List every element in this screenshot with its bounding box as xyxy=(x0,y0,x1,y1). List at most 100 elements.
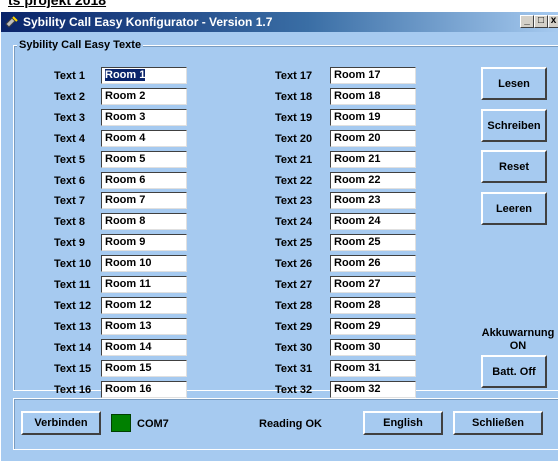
maximize-button[interactable]: □ xyxy=(534,15,548,28)
text-field-32[interactable]: Room 32 xyxy=(330,380,416,398)
text-label-20: Text 20 xyxy=(275,132,313,145)
configurator-window: Sybility Call Easy Konfigurator - Versio… xyxy=(0,12,558,461)
text-field-value: Room 12 xyxy=(105,298,152,311)
text-field-value: Room 28 xyxy=(334,298,381,311)
text-field-4[interactable]: Room 4 xyxy=(101,129,187,147)
text-label-6: Text 6 xyxy=(54,174,85,187)
text-field-value: Room 25 xyxy=(334,236,381,249)
lesen-button[interactable]: Lesen xyxy=(481,67,547,100)
text-field-value: Room 26 xyxy=(334,257,381,270)
text-label-26: Text 26 xyxy=(275,258,313,271)
text-field-value: Room 4 xyxy=(105,131,146,144)
text-field-19[interactable]: Room 19 xyxy=(330,108,416,126)
text-label-23: Text 23 xyxy=(275,195,313,208)
batt-off-button[interactable]: Batt. Off xyxy=(481,355,547,388)
text-field-value: Room 14 xyxy=(105,340,152,353)
text-field-value: Room 7 xyxy=(105,194,146,207)
text-field-21[interactable]: Room 21 xyxy=(330,150,416,168)
text-field-value: Room 8 xyxy=(105,215,146,228)
port-label: COM7 xyxy=(137,418,169,430)
text-field-29[interactable]: Room 29 xyxy=(330,317,416,335)
text-field-value: Room 1 xyxy=(105,69,146,81)
text-label-13: Text 13 xyxy=(54,320,92,333)
text-field-30[interactable]: Room 30 xyxy=(330,338,416,356)
reset-button[interactable]: Reset xyxy=(481,150,547,183)
text-label-11: Text 11 xyxy=(54,279,91,291)
text-label-1: Text 1 xyxy=(54,70,85,82)
text-field-value: Room 9 xyxy=(105,236,146,249)
text-label-17: Text 17 xyxy=(275,70,313,82)
texts-group-label: Sybility Call Easy Texte xyxy=(17,39,144,51)
text-field-17[interactable]: Room 17 xyxy=(330,67,416,84)
text-field-8[interactable]: Room 8 xyxy=(101,213,187,231)
text-label-18: Text 18 xyxy=(275,90,313,103)
text-field-1[interactable]: Room 1 xyxy=(101,67,187,84)
text-field-value: Room 27 xyxy=(334,278,381,290)
text-field-22[interactable]: Room 22 xyxy=(330,171,416,189)
text-field-value: Room 18 xyxy=(334,89,381,102)
text-label-4: Text 4 xyxy=(54,132,85,145)
text-field-6[interactable]: Room 6 xyxy=(101,171,187,189)
text-field-value: Room 15 xyxy=(105,361,152,374)
text-label-10: Text 10 xyxy=(54,258,92,271)
text-field-18[interactable]: Room 18 xyxy=(330,87,416,105)
app-icon xyxy=(5,16,18,28)
leeren-button[interactable]: Leeren xyxy=(481,192,547,225)
text-label-21: Text 21 xyxy=(275,153,313,166)
text-field-25[interactable]: Room 25 xyxy=(330,234,416,252)
connection-indicator xyxy=(111,414,131,432)
text-field-15[interactable]: Room 15 xyxy=(101,359,187,377)
background-heading: ts projekt 2018 xyxy=(8,0,107,8)
text-label-31: Text 31 xyxy=(275,362,313,375)
text-field-value: Room 5 xyxy=(105,152,146,165)
text-field-13[interactable]: Room 13 xyxy=(101,317,187,335)
text-label-9: Text 9 xyxy=(54,237,85,250)
battery-warning-label: Akkuwarnung xyxy=(481,327,555,339)
schreiben-button[interactable]: Schreiben xyxy=(481,109,547,142)
background-document-fragment: ts projekt 2018 xyxy=(0,0,558,12)
text-label-14: Text 14 xyxy=(54,341,92,354)
text-field-value: Room 13 xyxy=(105,319,152,332)
text-label-22: Text 22 xyxy=(275,174,313,187)
text-label-28: Text 28 xyxy=(275,299,313,312)
text-field-23[interactable]: Room 23 xyxy=(330,192,416,210)
text-field-27[interactable]: Room 27 xyxy=(330,276,416,293)
battery-warning-state: ON xyxy=(509,340,527,352)
text-field-value: Room 11 xyxy=(105,278,151,290)
text-field-value: Room 20 xyxy=(334,131,381,144)
text-label-2: Text 2 xyxy=(54,90,85,103)
text-field-3[interactable]: Room 3 xyxy=(101,108,187,126)
text-field-value: Room 31 xyxy=(334,361,381,374)
text-field-10[interactable]: Room 10 xyxy=(101,255,187,273)
text-label-3: Text 3 xyxy=(54,111,85,124)
text-field-5[interactable]: Room 5 xyxy=(101,150,187,168)
text-field-16[interactable]: Room 16 xyxy=(101,380,187,398)
text-field-2[interactable]: Room 2 xyxy=(101,87,187,105)
text-field-value: Room 10 xyxy=(105,257,152,270)
text-field-24[interactable]: Room 24 xyxy=(330,213,416,231)
text-field-12[interactable]: Room 12 xyxy=(101,296,187,314)
text-label-24: Text 24 xyxy=(275,216,313,229)
text-label-32: Text 32 xyxy=(275,383,313,396)
close-app-button[interactable]: Schließen xyxy=(453,411,543,435)
title-bar[interactable]: Sybility Call Easy Konfigurator - Versio… xyxy=(1,12,558,32)
language-button[interactable]: English xyxy=(363,411,443,435)
text-field-7[interactable]: Room 7 xyxy=(101,192,187,210)
connect-button[interactable]: Verbinden xyxy=(21,411,101,435)
minimize-button[interactable]: _ xyxy=(520,15,534,28)
text-label-15: Text 15 xyxy=(54,362,92,375)
text-field-14[interactable]: Room 14 xyxy=(101,338,187,356)
text-field-11[interactable]: Room 11 xyxy=(101,276,187,293)
text-field-20[interactable]: Room 20 xyxy=(330,129,416,147)
text-label-16: Text 16 xyxy=(54,383,92,396)
text-field-31[interactable]: Room 31 xyxy=(330,359,416,377)
text-label-12: Text 12 xyxy=(54,299,92,312)
text-field-26[interactable]: Room 26 xyxy=(330,255,416,273)
text-field-9[interactable]: Room 9 xyxy=(101,234,187,252)
text-field-value: Room 22 xyxy=(334,173,381,186)
text-field-value: Room 32 xyxy=(334,382,381,395)
close-button[interactable]: x xyxy=(548,15,558,28)
text-field-value: Room 6 xyxy=(105,173,146,186)
text-field-28[interactable]: Room 28 xyxy=(330,296,416,314)
text-field-value: Room 3 xyxy=(105,110,146,123)
